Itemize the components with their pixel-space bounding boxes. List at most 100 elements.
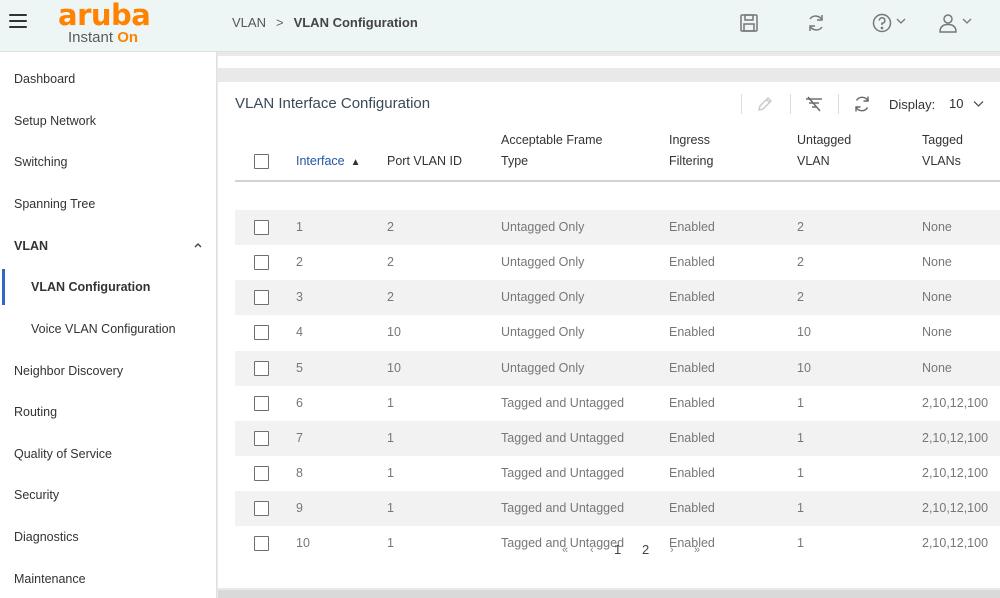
cell-ingress-filtering: Enabled — [669, 325, 715, 340]
cell-interface: 6 — [296, 395, 303, 410]
cell-acceptable-frame-type: Untagged Only — [501, 360, 585, 375]
display-count-value: 10 — [949, 96, 964, 111]
table-row[interactable]: 6 1 Tagged and Untagged Enabled 1 2,10,12,100 — [235, 386, 1000, 421]
row-checkbox[interactable] — [254, 360, 269, 376]
cell-acceptable-frame-type: Tagged and Untagged — [501, 395, 625, 410]
top-strip — [218, 56, 1000, 68]
next-page-button[interactable]: › — [670, 540, 674, 560]
cell-untagged-vlan: 1 — [797, 501, 804, 516]
page-2-button[interactable]: 2 — [642, 540, 649, 560]
row-checkbox[interactable] — [254, 536, 269, 552]
refresh-icon[interactable] — [805, 12, 827, 34]
cell-port-vlan-id: 2 — [387, 220, 394, 234]
hamburger-menu-icon[interactable] — [9, 14, 27, 30]
last-page-button[interactable]: » — [694, 540, 700, 560]
vlan-interface-panel: VLAN Interface Configuration Display: 10… — [218, 82, 1000, 588]
cell-tagged-vlans: 2,10,12,100 — [922, 430, 989, 445]
save-icon[interactable] — [738, 12, 760, 34]
cell-interface: 8 — [296, 466, 303, 481]
sidebar-item-voice-vlan-configuration[interactable]: Voice VLAN Configuration — [0, 311, 217, 347]
sidebar-item-dashboard[interactable]: Dashboard — [0, 61, 217, 97]
cell-untagged-vlan: 10 — [797, 360, 811, 375]
cell-port-vlan-id: 1 — [387, 430, 394, 445]
table-row[interactable]: 8 1 Tagged and Untagged Enabled 1 2,10,12,100 — [235, 456, 1000, 491]
user-icon[interactable] — [937, 12, 959, 34]
table-row[interactable]: 2 2 Untagged Only Enabled 2 None — [235, 245, 1000, 280]
row-checkbox[interactable] — [254, 220, 269, 235]
cell-tagged-vlans: None — [922, 290, 952, 305]
previous-page-button[interactable]: ‹ — [590, 540, 594, 560]
cell-interface: 3 — [296, 290, 303, 305]
breadcrumb-current: VLAN Configuration — [293, 15, 418, 30]
column-header-acceptable-frame-type[interactable]: Acceptable Frame Type — [501, 130, 602, 172]
table-row[interactable]: 9 1 Tagged and Untagged Enabled 1 2,10,12,100 — [235, 491, 1000, 527]
cell-untagged-vlan: 2 — [797, 290, 804, 305]
column-header-ingress-filtering[interactable]: Ingress Filtering — [669, 130, 713, 172]
breadcrumb-separator: > — [275, 15, 284, 30]
sidebar-item-vlan[interactable]: VLAN — [0, 228, 217, 264]
panel-refresh-icon[interactable] — [852, 94, 872, 114]
sidebar-item-neighbor-discovery[interactable]: Neighbor Discovery — [0, 353, 217, 389]
display-count-select[interactable]: 10 — [948, 94, 992, 114]
user-chevron-down-icon[interactable] — [962, 17, 972, 25]
row-checkbox[interactable] — [254, 430, 269, 446]
toolbar-divider — [741, 94, 742, 114]
cell-untagged-vlan: 1 — [797, 430, 804, 445]
first-page-button[interactable]: « — [562, 540, 568, 560]
logo-word: aruba — [58, 0, 151, 32]
cell-ingress-filtering: Enabled — [669, 430, 715, 445]
table-row[interactable]: 5 10 Untagged Only Enabled 10 None — [235, 350, 1000, 386]
column-header-tagged-vlans[interactable]: Tagged VLANs — [922, 130, 963, 172]
chevron-up-icon — [194, 243, 202, 248]
row-checkbox[interactable] — [254, 325, 269, 341]
cell-untagged-vlan: 2 — [797, 255, 804, 270]
cell-interface: 1 — [296, 220, 303, 234]
sidebar-item-diagnostics[interactable]: Diagnostics — [0, 519, 217, 555]
column-header-interface[interactable]: Interface ▲ — [296, 151, 361, 173]
breadcrumb: VLAN > VLAN Configuration — [232, 15, 418, 30]
clear-filter-icon[interactable] — [804, 94, 824, 114]
table-row[interactable]: 1 2 Untagged Only Enabled 2 None — [235, 210, 1000, 245]
cell-tagged-vlans: 2,10,12,100 — [922, 395, 989, 410]
sidebar-item-switching[interactable]: Switching — [0, 144, 217, 180]
cell-acceptable-frame-type: Untagged Only — [501, 255, 585, 270]
cell-acceptable-frame-type: Tagged and Untagged — [501, 501, 625, 516]
cell-port-vlan-id: 2 — [387, 255, 394, 270]
table-row[interactable]: 3 2 Untagged Only Enabled 2 None — [235, 280, 1000, 316]
sidebar-item-security[interactable]: Security — [0, 477, 217, 513]
sidebar-item-maintenance[interactable]: Maintenance — [0, 561, 217, 597]
cell-tagged-vlans: None — [922, 255, 952, 270]
cell-interface: 5 — [296, 360, 303, 375]
page-1-button[interactable]: 1 — [614, 540, 621, 560]
sidebar-item-routing[interactable]: Routing — [0, 394, 217, 430]
sidebar-item-setup-network[interactable]: Setup Network — [0, 103, 217, 139]
cell-port-vlan-id: 10 — [387, 325, 401, 340]
cell-untagged-vlan: 2 — [797, 220, 804, 234]
breadcrumb-vlan[interactable]: VLAN — [232, 15, 266, 30]
pencil-icon[interactable] — [755, 94, 775, 114]
sidebar-item-quality-of-service[interactable]: Quality of Service — [0, 436, 217, 472]
cell-interface: 9 — [296, 501, 303, 516]
row-checkbox[interactable] — [254, 255, 269, 271]
cell-untagged-vlan: 1 — [797, 466, 804, 481]
table-row[interactable]: 4 10 Untagged Only Enabled 10 None — [235, 315, 1000, 350]
select-all-checkbox[interactable] — [254, 154, 269, 169]
main-content: VLAN Interface Configuration Display: 10… — [218, 52, 1000, 598]
row-checkbox[interactable] — [254, 395, 269, 411]
cell-tagged-vlans: None — [922, 360, 952, 375]
sidebar-item-vlan-configuration[interactable]: VLAN Configuration — [0, 269, 217, 305]
sidebar-item-vlan-label: VLAN — [14, 239, 49, 253]
panel-title: VLAN Interface Configuration — [235, 95, 431, 112]
row-checkbox[interactable] — [254, 466, 269, 482]
column-header-port-vlan-id[interactable]: Port VLAN ID — [387, 151, 462, 172]
help-chevron-down-icon[interactable] — [896, 17, 906, 25]
cell-untagged-vlan: 10 — [797, 325, 811, 340]
column-header-untagged-vlan[interactable]: Untagged VLAN — [797, 130, 851, 172]
logo-subtitle: Instant On — [68, 29, 139, 46]
row-checkbox[interactable] — [254, 501, 269, 517]
sidebar-item-spanning-tree[interactable]: Spanning Tree — [0, 186, 217, 222]
row-checkbox[interactable] — [254, 290, 269, 306]
table-row[interactable]: 7 1 Tagged and Untagged Enabled 1 2,10,12,100 — [235, 420, 1000, 456]
cell-acceptable-frame-type: Untagged Only — [501, 290, 585, 305]
help-icon[interactable] — [871, 12, 893, 34]
